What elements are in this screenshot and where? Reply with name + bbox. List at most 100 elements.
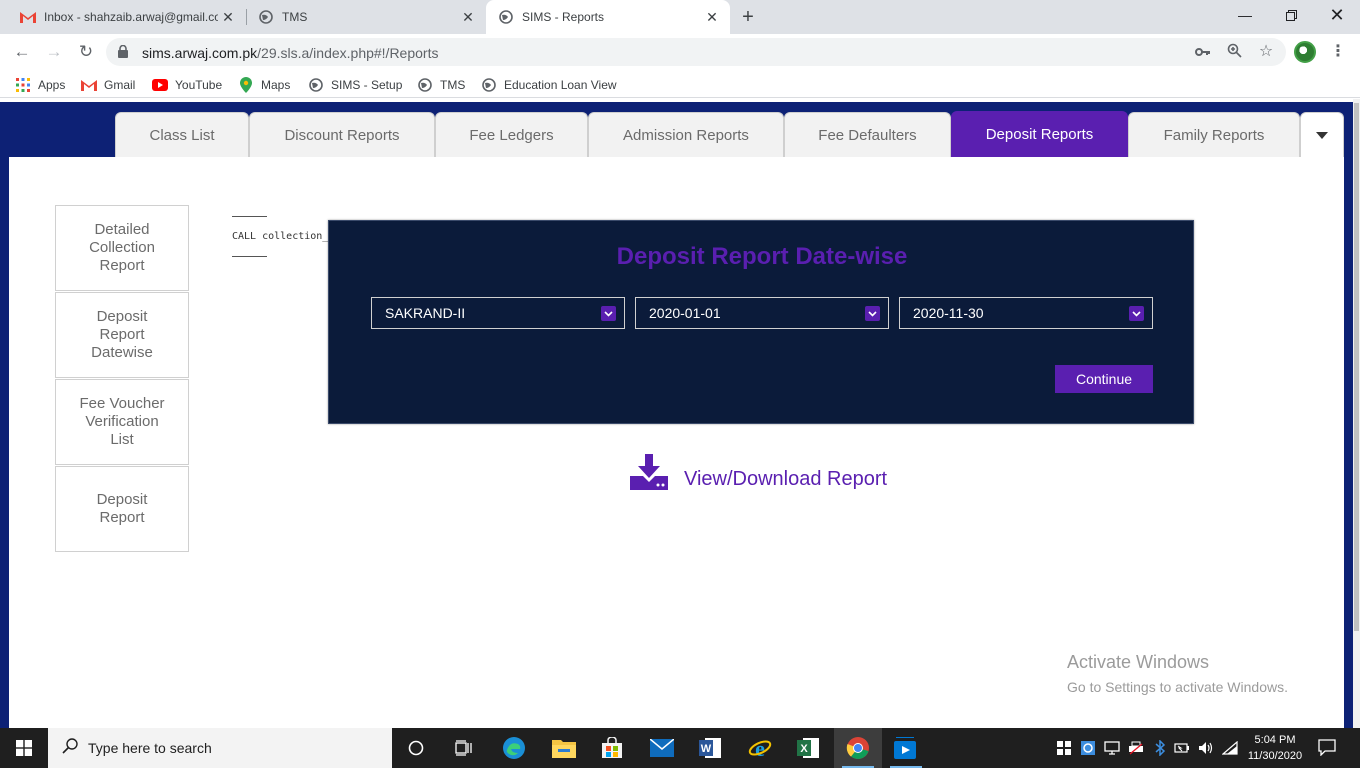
continue-button[interactable]: Continue [1055, 365, 1153, 393]
sidebar-item-deposit-report[interactable]: Deposit Report [55, 466, 189, 552]
browser-toolbar: ← → ↻ sims.arwaj.com.pk/29.sls.a/index.p… [0, 34, 1360, 70]
download-label: View/Download Report [684, 467, 888, 490]
forward-icon[interactable]: → [42, 40, 66, 64]
tab-deposit-reports[interactable]: Deposit Reports [951, 111, 1128, 157]
page-frame-right [1344, 157, 1353, 728]
date-from-select[interactable]: 2020-01-01 [635, 297, 889, 329]
sidebar-item-detailed-collection-report[interactable]: Detailed Collection Report [55, 205, 189, 291]
bookmark-star-icon[interactable]: ☆ [1257, 43, 1275, 61]
view-download-report-link[interactable]: View/Download Report [630, 453, 888, 494]
profile-avatar[interactable] [1294, 41, 1316, 63]
tab-fee-ledgers[interactable]: Fee Ledgers [435, 112, 588, 157]
tab-title: TMS [282, 10, 308, 24]
close-tab-icon[interactable]: ✕ [218, 9, 238, 26]
tab-admission-reports[interactable]: Admission Reports [588, 112, 784, 157]
sidebar-item-label: Detailed Collection Report [89, 221, 155, 274]
more-tabs-caret-icon[interactable] [1300, 112, 1344, 157]
scrollbar-thumb[interactable] [1354, 103, 1359, 631]
bookmark-apps[interactable]: Apps [15, 76, 65, 94]
sidebar-item-label: Deposit Report Datewise [91, 308, 153, 361]
mail-icon[interactable] [638, 728, 686, 768]
browser-tab-strip: Inbox - shahzaib.arwaj@gmail.co ✕ TMS ✕ … [0, 0, 1360, 34]
svg-text:X: X [800, 743, 808, 755]
bookmark-youtube[interactable]: YouTube [152, 76, 222, 94]
address-bar[interactable]: sims.arwaj.com.pk/29.sls.a/index.php#!/R… [106, 38, 1286, 66]
svg-text:W: W [701, 743, 712, 755]
debug-query-text: CALL collection_ [232, 231, 328, 242]
minimize-button[interactable]: — [1222, 0, 1268, 32]
sidebar-item-fee-voucher-verification-list[interactable]: Fee Voucher Verification List [55, 379, 189, 465]
sidebar-item-label: Fee Voucher Verification List [79, 395, 165, 448]
reload-icon[interactable]: ↻ [74, 40, 98, 64]
bookmark-label: Education Loan View [504, 78, 617, 92]
date-to-value: 2020-11-30 [913, 305, 984, 321]
bookmark-maps[interactable]: Maps [238, 76, 290, 94]
url-path: /29.sls.a/index.php#!/Reports [257, 45, 439, 61]
tab-class-list[interactable]: Class List [115, 112, 249, 157]
word-icon[interactable]: W [686, 728, 734, 768]
apps-grid-icon [15, 77, 31, 93]
display-icon[interactable] [1104, 740, 1120, 756]
date-to-select[interactable]: 2020-11-30 [899, 297, 1153, 329]
bookmark-tms[interactable]: TMS [417, 76, 465, 94]
close-window-button[interactable]: ✕ [1314, 0, 1360, 32]
activate-windows-watermark: Activate Windows Go to Settings to activ… [1067, 652, 1288, 695]
bookmark-label: SIMS - Setup [331, 78, 403, 92]
battery-icon[interactable] [1174, 740, 1190, 756]
browser-tab-gmail[interactable]: Inbox - shahzaib.arwaj@gmail.co ✕ [0, 0, 246, 34]
bookmark-label: TMS [440, 78, 466, 92]
campus-select-value: SAKRAND-II [385, 305, 466, 321]
bookmark-sims-setup[interactable]: SIMS - Setup [308, 76, 402, 94]
new-tab-button[interactable]: + [736, 4, 760, 30]
action-center-icon[interactable] [1318, 738, 1338, 758]
internet-explorer-icon[interactable]: e [736, 728, 784, 768]
bookmarks-bar: Apps Gmail YouTube Maps SIMS - Setup TMS [0, 70, 1360, 98]
excel-icon[interactable]: X [784, 728, 832, 768]
windows-start-button[interactable] [0, 728, 48, 768]
chrome-menu-icon[interactable]: ⋮ [1326, 40, 1350, 64]
close-tab-icon[interactable]: ✕ [702, 9, 722, 26]
bookmark-education-loan-view[interactable]: Education Loan View [481, 76, 617, 94]
browser-tab-tms[interactable]: TMS ✕ [238, 0, 486, 34]
sidebar-item-deposit-report-datewise[interactable]: Deposit Report Datewise [55, 292, 189, 378]
sidebar-item-label: Deposit Report [96, 491, 148, 526]
store-icon[interactable] [588, 728, 636, 768]
bluetooth-icon[interactable] [1152, 740, 1168, 756]
globe-icon [308, 77, 324, 93]
edge-icon[interactable] [490, 728, 538, 768]
watermark-subtitle: Go to Settings to activate Windows. [1067, 679, 1288, 695]
lock-icon[interactable] [118, 44, 128, 63]
close-tab-icon[interactable]: ✕ [458, 9, 478, 26]
back-icon[interactable]: ← [10, 40, 34, 64]
people-icon[interactable] [1056, 740, 1072, 756]
tab-fee-defaulters[interactable]: Fee Defaulters [784, 112, 951, 157]
chrome-icon[interactable] [834, 728, 882, 768]
tab-title: Inbox - shahzaib.arwaj@gmail.co [44, 10, 218, 24]
url-text: sims.arwaj.com.pk/29.sls.a/index.php#!/R… [142, 45, 438, 61]
clock-time: 5:04 PM [1254, 734, 1296, 746]
tab-discount-reports[interactable]: Discount Reports [249, 112, 435, 157]
watermark-title: Activate Windows [1067, 652, 1210, 672]
taskbar-clock[interactable]: 5:04 PM 11/30/2020 [1244, 732, 1306, 764]
divider [232, 256, 267, 257]
globe-icon [498, 9, 514, 25]
key-icon[interactable] [1194, 43, 1212, 61]
restore-button[interactable] [1268, 0, 1314, 32]
chevron-down-icon [865, 306, 880, 321]
wifi-icon[interactable] [1222, 740, 1238, 756]
bookmark-gmail[interactable]: Gmail [81, 76, 135, 94]
tab-family-reports[interactable]: Family Reports [1128, 112, 1300, 157]
zoom-icon[interactable] [1225, 43, 1243, 61]
printer-icon[interactable] [1128, 740, 1144, 756]
cortana-icon[interactable] [392, 728, 440, 768]
volume-icon[interactable] [1198, 740, 1214, 756]
media-player-icon[interactable] [882, 728, 930, 768]
browser-tab-sims-reports[interactable]: SIMS - Reports ✕ [486, 0, 730, 34]
task-view-icon[interactable] [440, 728, 488, 768]
campus-select[interactable]: SAKRAND-II [371, 297, 625, 329]
bookmark-label: Gmail [104, 78, 136, 92]
svg-text:e: e [755, 736, 765, 760]
taskbar-search-box[interactable]: Type here to search [48, 728, 392, 768]
file-explorer-icon[interactable] [540, 728, 588, 768]
network-app-icon[interactable] [1080, 740, 1096, 756]
